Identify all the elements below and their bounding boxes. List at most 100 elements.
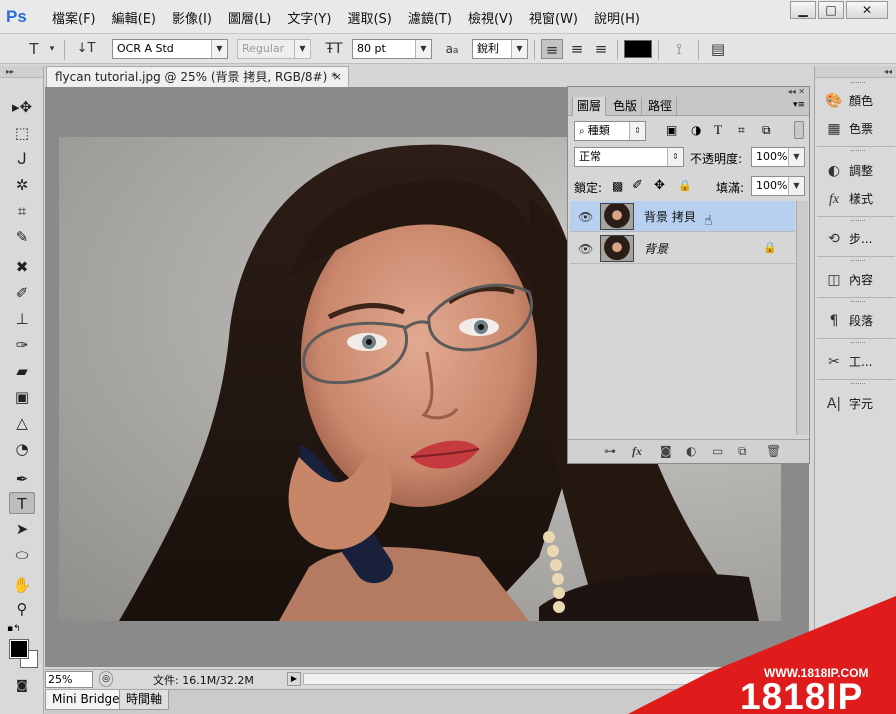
tab-layers[interactable]: 圖層 — [572, 97, 607, 116]
type-tool-icon[interactable]: T — [9, 492, 35, 514]
dock-item-swatches[interactable]: ▦ 色票 — [823, 118, 895, 140]
filter-kind-select[interactable]: ⌕ 種類 ⇕ — [574, 121, 646, 141]
menu-file[interactable]: 檔案(F) — [52, 8, 96, 27]
layers-scrollbar[interactable] — [796, 201, 808, 435]
warp-text-icon[interactable]: ⟟ — [668, 39, 690, 59]
filter-type-icon[interactable]: T — [714, 122, 722, 138]
menu-type[interactable]: 文字(Y) — [287, 8, 331, 27]
close-button[interactable]: ✕ — [846, 1, 888, 19]
content-icon: ◫ — [827, 272, 841, 288]
folder-icon[interactable]: ▭ — [712, 444, 723, 458]
healing-brush-tool-icon[interactable]: ✖ — [9, 256, 35, 278]
dock-item-styles[interactable]: fx 樣式 — [823, 188, 895, 210]
trash-icon[interactable]: 🗑 — [766, 444, 781, 458]
font-size-select[interactable]: 80 pt ▼ — [352, 39, 432, 59]
document-tab[interactable]: flycan tutorial.jpg @ 25% (背景 拷貝, RGB/8#… — [46, 66, 349, 87]
dock-item-color[interactable]: 🎨 顏色 — [823, 90, 895, 112]
menu-window[interactable]: 視窗(W) — [529, 8, 578, 27]
preset-dropdown-arrow-icon[interactable]: ▾ — [46, 39, 58, 59]
adjustment-icon[interactable]: ◐ — [686, 444, 696, 458]
status-arrow-icon[interactable]: ▶ — [287, 672, 301, 686]
new-layer-icon[interactable]: ⧉ — [738, 444, 747, 459]
dock-item-paragraph[interactable]: ¶ 段落 — [823, 310, 895, 332]
panel-collapse-icon[interactable]: ◂◂ ✕ — [568, 87, 809, 97]
lock-transparency-icon[interactable]: ▩ — [612, 179, 623, 193]
toggle-text-orientation-icon[interactable]: ↓T — [74, 39, 98, 59]
menu-image[interactable]: 影像(I) — [172, 8, 212, 27]
lasso-tool-icon[interactable]: ᒍ — [9, 148, 35, 170]
antialias-select[interactable]: 銳利 ▼ — [472, 39, 528, 59]
filter-toggle-switch[interactable] — [794, 121, 804, 139]
path-selection-tool-icon[interactable]: ➤ — [9, 518, 35, 540]
tab-channels[interactable]: 色版 — [609, 97, 643, 116]
menu-layer[interactable]: 圖層(L) — [228, 8, 271, 27]
align-center-icon[interactable]: ≡ — [566, 39, 588, 59]
menu-filter[interactable]: 濾鏡(T) — [408, 8, 452, 27]
dock-collapse-icon[interactable]: ◂◂ — [815, 66, 896, 78]
tab-mini-bridge[interactable]: Mini Bridge — [45, 690, 127, 710]
dock-item-tool-presets[interactable]: ✂ 工... — [823, 351, 895, 373]
fx-icon[interactable]: fx — [632, 444, 642, 459]
dodge-tool-icon[interactable]: ◔ — [9, 438, 35, 460]
gradient-tool-icon[interactable]: ▣ — [9, 386, 35, 408]
marquee-tool-icon[interactable]: ⬚ — [9, 122, 35, 144]
filter-pixel-icon[interactable]: ▣ — [666, 123, 677, 137]
tools-panel-collapse-icon[interactable]: ▸▸ — [0, 66, 43, 78]
clone-stamp-tool-icon[interactable]: ⊥ — [9, 308, 35, 330]
tab-paths[interactable]: 路徑 — [644, 97, 678, 116]
lock-image-icon[interactable]: ✐ — [632, 178, 643, 193]
move-tool-icon[interactable]: ▸✥ — [9, 96, 35, 118]
opacity-input[interactable]: 100% ▼ — [751, 147, 805, 167]
blur-tool-icon[interactable]: △ — [9, 412, 35, 434]
zoom-input[interactable]: 25% — [45, 671, 93, 688]
dock-item-character[interactable]: A| 字元 — [823, 393, 895, 415]
dock-item-properties[interactable]: ◫ 內容 — [823, 269, 895, 291]
text-color-swatch[interactable] — [624, 40, 652, 58]
default-colors-icon[interactable]: ▪↰ — [7, 624, 21, 634]
quick-select-tool-icon[interactable]: ✲ — [9, 174, 35, 196]
fill-input[interactable]: 100% ▼ — [751, 176, 805, 196]
filter-adjustment-icon[interactable]: ◑ — [691, 123, 701, 137]
dock-item-adjustments[interactable]: ◐ 調整 — [823, 160, 895, 182]
hand-tool-icon[interactable]: ✋ — [9, 574, 35, 596]
maximize-button[interactable]: □ — [818, 1, 844, 19]
status-menu-icon[interactable]: ◎ — [99, 671, 113, 687]
align-right-icon[interactable]: ≡ — [590, 39, 612, 59]
blend-mode-select[interactable]: 正常 ⇕ — [574, 147, 684, 167]
zoom-tool-icon[interactable]: ⚲ — [9, 598, 35, 620]
type-tool-preset-icon[interactable]: T — [22, 39, 46, 59]
layer-row[interactable]: 👁 背景 拷貝 ☝ — [570, 201, 795, 232]
font-style-select[interactable]: Regular ▼ — [237, 39, 311, 59]
mask-icon[interactable]: ◙ — [660, 444, 672, 458]
pen-tool-icon[interactable]: ✒ — [9, 468, 35, 490]
eraser-tool-icon[interactable]: ▰ — [9, 360, 35, 382]
quick-mask-icon[interactable]: ◙ — [9, 674, 35, 696]
foreground-color-swatch[interactable] — [9, 639, 29, 659]
close-icon[interactable]: × — [333, 67, 342, 87]
filter-shape-icon[interactable]: ⌗ — [738, 123, 745, 138]
font-family-select[interactable]: OCR A Std ▼ — [112, 39, 228, 59]
brush-tool-icon[interactable]: ✐ — [9, 282, 35, 304]
visibility-eye-icon[interactable]: 👁 — [578, 210, 593, 224]
menu-select[interactable]: 選取(S) — [347, 8, 391, 27]
minimize-button[interactable]: ▁ — [790, 1, 816, 19]
lock-position-icon[interactable]: ✥ — [654, 178, 665, 193]
filter-smart-object-icon[interactable]: ⧉ — [762, 123, 771, 138]
dock-item-label: 色票 — [849, 122, 874, 136]
align-left-icon[interactable]: ≡ — [541, 39, 563, 59]
eyedropper-tool-icon[interactable]: ✎ — [9, 226, 35, 248]
history-brush-tool-icon[interactable]: ✑ — [9, 334, 35, 356]
crop-tool-icon[interactable]: ⌗ — [9, 200, 35, 222]
menu-help[interactable]: 說明(H) — [594, 8, 640, 27]
lock-all-icon[interactable]: 🔒 — [678, 179, 692, 192]
menu-edit[interactable]: 編輯(E) — [112, 8, 156, 27]
ellipse-tool-icon[interactable]: ⬭ — [9, 544, 35, 566]
panel-menu-icon[interactable]: ▾≡ — [793, 100, 805, 110]
visibility-eye-icon[interactable]: 👁 — [578, 242, 593, 256]
character-panel-toggle-icon[interactable]: ▤ — [706, 39, 730, 59]
menu-view[interactable]: 檢視(V) — [468, 8, 513, 27]
layer-row[interactable]: 👁 背景 🔒 — [570, 233, 795, 264]
tab-timeline[interactable]: 時間軸 — [119, 690, 170, 710]
dock-item-history[interactable]: ⟲ 步... — [823, 228, 895, 250]
link-icon[interactable]: ⊶ — [604, 444, 616, 458]
